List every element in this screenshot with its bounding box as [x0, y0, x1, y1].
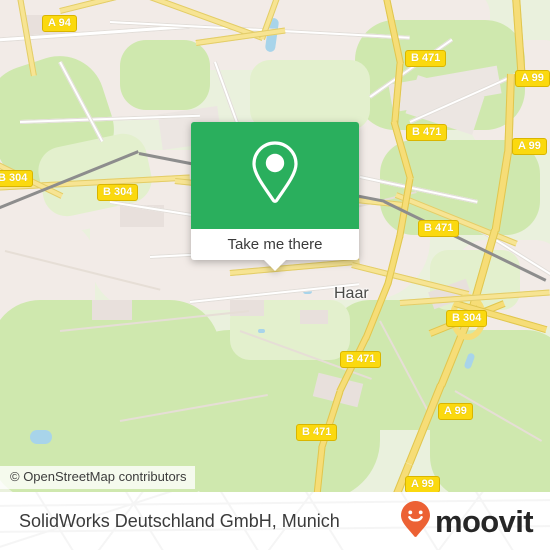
map-pin-icon	[247, 138, 303, 213]
road-shield: A 94	[42, 15, 77, 32]
callout-pin-area	[191, 122, 359, 229]
footer-bar: SolidWorks Deutschland GmbH, Munich moov…	[0, 492, 550, 550]
road-shield: B 471	[296, 424, 338, 441]
road-shield: A 99	[405, 476, 440, 492]
moovit-map-screenshot: A 94 B 471 A 99 B 471 A 99 B 304 B 304 B…	[0, 0, 550, 550]
page-title: SolidWorks Deutschland GmbH, Munich	[19, 510, 340, 531]
road-shield: A 99	[512, 138, 547, 155]
take-me-there-callout[interactable]: Take me there	[191, 122, 359, 271]
callout-tail	[264, 260, 286, 271]
road-shield: B 471	[340, 351, 382, 368]
road-shield: B 471	[418, 220, 460, 237]
road-shield: B 471	[405, 50, 447, 67]
road-shield: B 304	[0, 170, 34, 187]
moovit-smiley-pin-icon	[399, 500, 432, 543]
osm-attribution[interactable]: © OpenStreetMap contributors	[0, 466, 195, 489]
road-shield: B 304	[446, 310, 488, 327]
road-shield: A 99	[515, 70, 550, 87]
take-me-there-button[interactable]: Take me there	[191, 229, 359, 260]
moovit-wordmark: moovit	[434, 503, 534, 539]
road-shield: B 304	[97, 184, 139, 201]
road-shield: A 99	[438, 403, 473, 420]
moovit-logo[interactable]: moovit	[399, 492, 534, 550]
place-label-haar: Haar	[334, 285, 369, 302]
road-shield: B 471	[406, 124, 448, 141]
